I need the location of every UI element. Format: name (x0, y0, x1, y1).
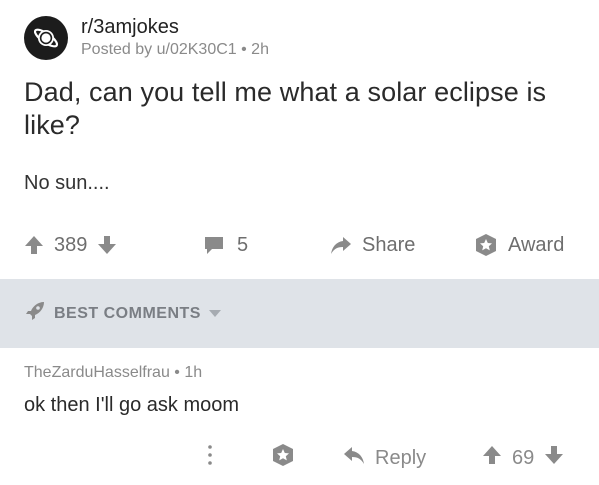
more-options-button[interactable] (206, 440, 214, 476)
comment-score: 69 (512, 446, 535, 469)
vote-group: 389 (24, 225, 117, 265)
share-button[interactable]: Share (330, 225, 415, 265)
downvote-arrow-icon[interactable] (97, 235, 117, 255)
comment-age: 1h (184, 364, 203, 381)
reply-label: Reply (375, 446, 427, 469)
comment-sort-bar[interactable]: BEST COMMENTS (0, 279, 599, 348)
reply-button[interactable]: Reply (343, 440, 426, 476)
planet-icon[interactable] (24, 16, 68, 60)
post-age: 2h (251, 41, 269, 58)
posted-by[interactable]: Posted by u/02K30C1 (81, 41, 237, 58)
award-badge-icon (271, 443, 295, 473)
speech-bubble-icon (203, 234, 225, 256)
comments-button[interactable]: 5 (203, 225, 248, 265)
sort-label: BEST COMMENTS (54, 304, 201, 322)
upvote-arrow-icon[interactable] (482, 445, 502, 471)
share-arrow-icon (330, 235, 352, 255)
comment-meta: TheZarduHasselfrau • 1h (24, 364, 202, 382)
comment-count: 5 (237, 233, 249, 256)
post-header: r/3amjokes Posted by u/02K30C1 • 2h (24, 16, 269, 60)
upvote-arrow-icon[interactable] (24, 235, 44, 255)
award-button[interactable]: Award (474, 225, 564, 265)
subreddit-name[interactable]: r/3amjokes (81, 16, 269, 38)
comment-author[interactable]: TheZarduHasselfrau (24, 364, 170, 381)
meta-separator: • (241, 41, 252, 58)
vertical-dots-icon (206, 444, 214, 472)
comment-award-button[interactable] (271, 440, 295, 476)
award-badge-icon (474, 233, 498, 257)
comment-vote-group: 69 (482, 440, 564, 476)
comment-body: ok then I'll go ask moom (24, 394, 240, 416)
reply-arrow-icon (343, 445, 365, 471)
meta-separator: • (174, 364, 185, 381)
caret-down-icon (208, 305, 221, 323)
post-score: 389 (54, 233, 88, 256)
comment-action-bar: Reply 69 (0, 440, 599, 476)
share-label: Share (362, 233, 416, 256)
post-action-bar: 389 5 Share Award (0, 225, 599, 265)
post-body: No sun.... (24, 172, 110, 194)
award-label: Award (508, 233, 565, 256)
downvote-arrow-icon[interactable] (544, 445, 564, 471)
rocket-icon (24, 300, 46, 327)
post-meta: Posted by u/02K30C1 • 2h (81, 40, 269, 60)
post-title[interactable]: Dad, can you tell me what a solar eclips… (24, 76, 584, 142)
